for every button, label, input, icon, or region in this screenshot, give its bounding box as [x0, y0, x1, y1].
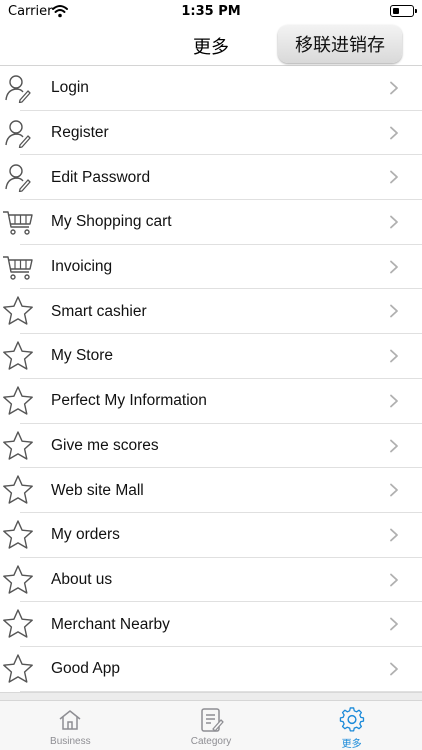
menu-item-label: Login — [51, 79, 89, 97]
user-edit-icon — [2, 71, 34, 105]
battery-fill — [392, 7, 399, 14]
chevron-right-icon — [390, 483, 398, 497]
status-time: 1:35 PM — [181, 4, 241, 19]
chevron-right-icon — [390, 260, 398, 274]
status-bar: Carrier 1:35 PM — [0, 0, 422, 24]
tab-category[interactable]: Category — [141, 701, 282, 750]
tab-business[interactable]: Business — [0, 701, 141, 750]
star-icon — [2, 518, 34, 552]
star-icon — [2, 429, 34, 463]
chevron-right-icon — [390, 81, 398, 95]
menu-item-label: Invoicing — [51, 258, 113, 276]
chevron-right-icon — [390, 349, 398, 363]
chevron-right-icon — [390, 126, 398, 140]
list-footer-separator — [0, 692, 422, 700]
menu-list: Login Register Edit Password My Shopping ca… — [0, 66, 422, 692]
tab-label: Business — [50, 736, 91, 747]
nav-bar: 更多 移联进销存 — [0, 24, 422, 66]
chevron-right-icon — [390, 305, 398, 318]
tab-more[interactable]: 更多 — [281, 701, 422, 750]
star-icon — [2, 563, 34, 597]
user-edit-icon — [2, 116, 34, 150]
home-icon — [59, 710, 81, 730]
menu-item-label: Register — [51, 124, 109, 142]
menu-item-label: My Shopping cart — [51, 213, 172, 231]
user-edit-icon — [2, 160, 34, 194]
menu-item-my-shopping-cart[interactable]: My Shopping cart — [0, 200, 422, 245]
menu-item-label: Give me scores — [51, 436, 159, 454]
chevron-right-icon — [390, 170, 398, 184]
cart-icon — [2, 250, 34, 284]
star-icon — [2, 652, 34, 686]
chevron-right-icon — [390, 394, 398, 408]
menu-item-merchant-nearby[interactable]: Merchant Nearby — [0, 602, 422, 647]
menu-item-label: Perfect My Information — [51, 392, 207, 410]
cart-icon — [2, 205, 34, 239]
menu-item-label: Smart cashier — [51, 302, 147, 320]
star-icon — [2, 294, 34, 328]
menu-item-edit-password[interactable]: Edit Password — [0, 155, 422, 200]
menu-item-give-me-scores[interactable]: Give me scores — [0, 424, 422, 469]
menu-item-label: Good App — [51, 660, 120, 678]
chevron-right-icon — [390, 662, 398, 676]
tab-label: 更多 — [341, 739, 362, 750]
menu-item-about-us[interactable]: About us — [0, 558, 422, 603]
menu-item-label: My Store — [51, 347, 114, 365]
menu-item-label: My orders — [51, 526, 120, 544]
chevron-right-icon — [390, 617, 398, 631]
chevron-right-icon — [390, 528, 398, 542]
chevron-right-icon — [390, 439, 398, 452]
menu-item-my-store[interactable]: My Store — [0, 334, 422, 379]
menu-item-label: Merchant Nearby — [51, 615, 170, 633]
star-icon — [2, 339, 34, 373]
menu-item-invoicing[interactable]: Invoicing — [0, 245, 422, 290]
document-icon — [201, 708, 224, 732]
star-icon — [2, 473, 34, 507]
menu-item-label: Web site Mall — [51, 481, 144, 499]
tab-bar: Business Category 更多 — [0, 700, 422, 750]
menu-item-smart-cashier[interactable]: Smart cashier — [0, 289, 422, 334]
star-icon — [2, 384, 34, 418]
chevron-right-icon — [390, 215, 398, 229]
chevron-right-icon — [390, 573, 398, 586]
menu-item-label: Edit Password — [51, 168, 151, 186]
menu-item-my-orders[interactable]: My orders — [0, 513, 422, 558]
menu-item-perfect-my-information[interactable]: Perfect My Information — [0, 379, 422, 424]
inventory-button[interactable]: 移联进销存 — [278, 25, 402, 63]
battery-icon — [390, 5, 417, 17]
menu-item-register[interactable]: Register — [0, 111, 422, 156]
star-icon — [2, 607, 34, 641]
menu-item-label: About us — [51, 570, 113, 588]
tab-label: Category — [190, 736, 232, 747]
gear-icon — [339, 707, 364, 732]
menu-item-good-app[interactable]: Good App — [0, 647, 422, 692]
menu-item-web-site-mall[interactable]: Web site Mall — [0, 468, 422, 513]
menu-item-login[interactable]: Login — [0, 66, 422, 111]
